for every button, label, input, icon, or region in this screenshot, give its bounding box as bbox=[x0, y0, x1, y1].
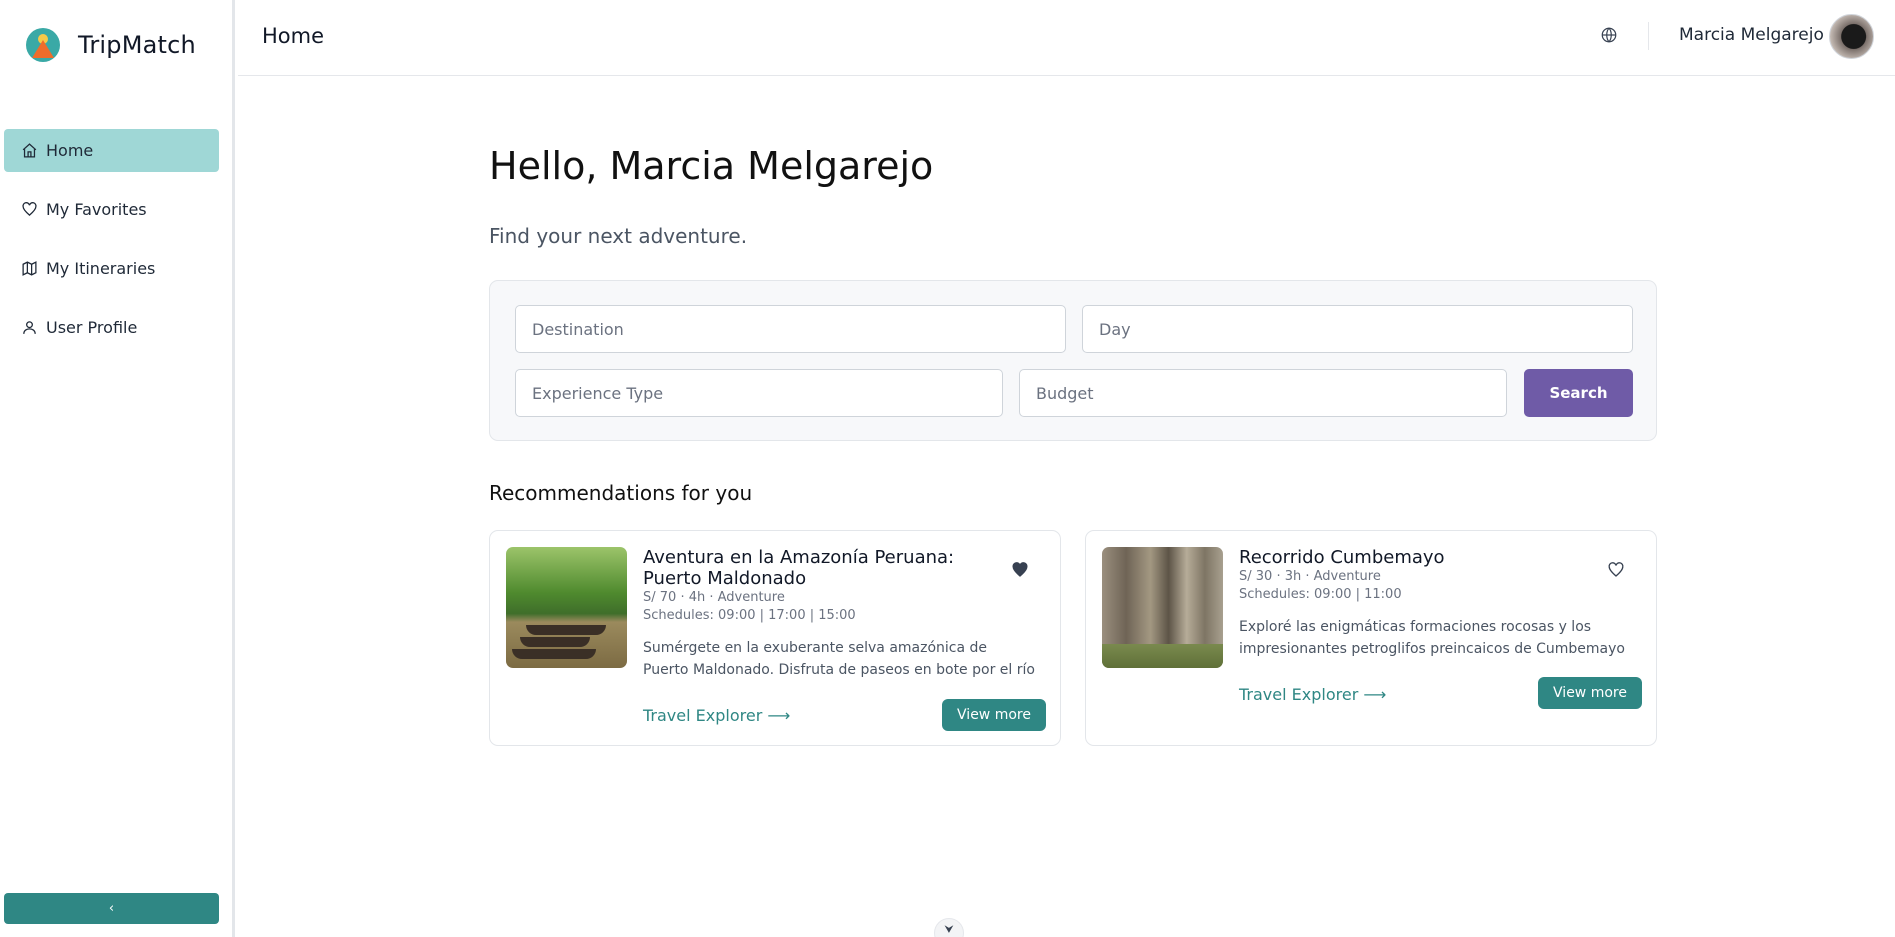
avatar[interactable] bbox=[1829, 14, 1874, 59]
card-title[interactable]: Aventura en la Amazonía Peruana: Puerto … bbox=[643, 547, 1013, 589]
scroll-down-icon[interactable]: ⮟ bbox=[934, 918, 964, 937]
destination-input[interactable] bbox=[515, 305, 1066, 353]
map-icon bbox=[20, 260, 38, 278]
sidebar-item-label: My Favorites bbox=[46, 200, 147, 219]
sidebar-item-label: User Profile bbox=[46, 318, 138, 337]
search-panel: Search bbox=[489, 280, 1657, 441]
search-button[interactable]: Search bbox=[1524, 369, 1633, 417]
card-description: Sumérgete en la exuberante selva amazóni… bbox=[643, 637, 1048, 681]
heart-icon bbox=[20, 201, 38, 219]
brand[interactable]: TripMatch bbox=[26, 28, 196, 62]
brand-name: TripMatch bbox=[78, 31, 196, 59]
topbar: Home Marcia Melgarejo bbox=[238, 0, 1895, 76]
sidebar-item-user-profile[interactable]: User Profile bbox=[4, 306, 219, 349]
topbar-divider bbox=[1648, 22, 1649, 50]
recommendations-title: Recommendations for you bbox=[489, 481, 753, 505]
tour-image bbox=[506, 547, 627, 668]
sidebar-item-label: My Itineraries bbox=[46, 259, 156, 278]
sidebar-collapse-button[interactable]: ‹ bbox=[4, 893, 219, 924]
card-price-duration: S/ 70 · 4h · Adventure bbox=[643, 590, 785, 605]
card-title[interactable]: Recorrido Cumbemayo bbox=[1239, 547, 1609, 568]
home-icon bbox=[20, 142, 38, 160]
page-title: Home bbox=[262, 24, 325, 48]
sidebar-item-label: Home bbox=[46, 141, 94, 160]
tripmatch-logo-icon bbox=[26, 28, 60, 62]
recommendation-card[interactable]: Recorrido Cumbemayo S/ 30 · 3h · Adventu… bbox=[1085, 530, 1657, 746]
card-description-line: impresionantes petroglifos preincaicos d… bbox=[1239, 641, 1625, 657]
app-root: TripMatch Home My Favorites My Itinerari… bbox=[0, 0, 1895, 937]
tour-image bbox=[1102, 547, 1223, 668]
card-schedules: Schedules: 09:00 | 17:00 | 15:00 bbox=[643, 608, 856, 623]
sidebar-item-itineraries[interactable]: My Itineraries bbox=[4, 247, 219, 290]
user-name[interactable]: Marcia Melgarejo bbox=[1679, 25, 1824, 45]
day-input[interactable] bbox=[1082, 305, 1633, 353]
globe-icon[interactable] bbox=[1600, 26, 1618, 44]
user-icon bbox=[20, 319, 38, 337]
sidebar-item-home[interactable]: Home bbox=[4, 129, 219, 172]
favorite-heart-icon[interactable] bbox=[1607, 561, 1627, 581]
card-description-line: Puerto Maldonado. Disfruta de paseos en … bbox=[643, 662, 1035, 678]
recommendation-card[interactable]: Aventura en la Amazonía Peruana: Puerto … bbox=[489, 530, 1061, 746]
card-schedules: Schedules: 09:00 | 11:00 bbox=[1239, 587, 1402, 602]
favorite-heart-icon[interactable] bbox=[1011, 561, 1031, 581]
sidebar-nav: Home My Favorites My Itineraries User Pr… bbox=[4, 129, 219, 365]
budget-input[interactable] bbox=[1019, 369, 1507, 417]
card-description: Exploré las enigmáticas formaciones roco… bbox=[1239, 616, 1644, 660]
greeting-subtitle: Find your next adventure. bbox=[489, 224, 748, 248]
view-more-button[interactable]: View more bbox=[942, 699, 1046, 731]
view-more-button[interactable]: View more bbox=[1538, 677, 1642, 709]
travel-explorer-link[interactable]: Travel Explorer ⟶ bbox=[643, 706, 790, 725]
card-price-duration: S/ 30 · 3h · Adventure bbox=[1239, 569, 1381, 584]
card-description-line: Sumérgete en la exuberante selva amazóni… bbox=[643, 640, 988, 656]
travel-explorer-link[interactable]: Travel Explorer ⟶ bbox=[1239, 685, 1386, 704]
card-body: Aventura en la Amazonía Peruana: Puerto … bbox=[643, 547, 1048, 681]
sidebar: TripMatch Home My Favorites My Itinerari… bbox=[0, 0, 235, 937]
card-body: Recorrido Cumbemayo S/ 30 · 3h · Adventu… bbox=[1239, 547, 1644, 660]
card-description-line: Exploré las enigmáticas formaciones roco… bbox=[1239, 619, 1592, 635]
greeting-heading: Hello, Marcia Melgarejo bbox=[489, 144, 934, 188]
sidebar-item-favorites[interactable]: My Favorites bbox=[4, 188, 219, 231]
experience-type-input[interactable] bbox=[515, 369, 1003, 417]
